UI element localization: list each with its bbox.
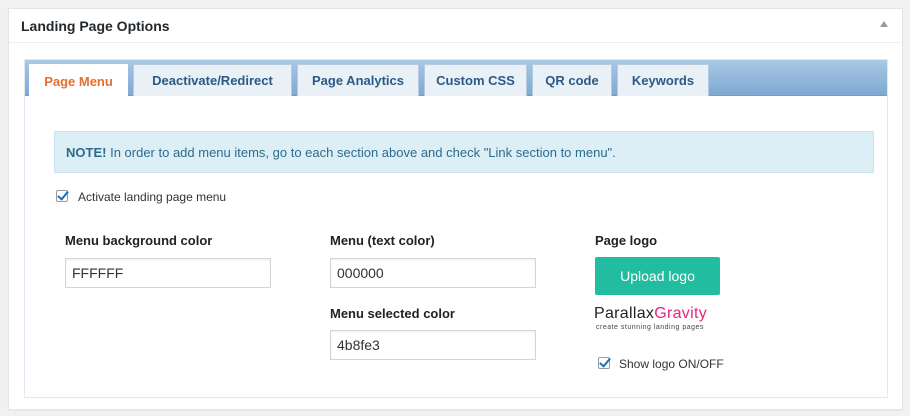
tab-custom-css[interactable]: Custom CSS <box>424 64 527 96</box>
bg-color-input[interactable] <box>65 258 271 288</box>
logo-text-part1: Parallax <box>594 305 655 322</box>
page-logo-label: Page logo <box>595 233 658 248</box>
notice-text: In order to add menu items, go to each s… <box>110 145 616 160</box>
activate-menu-checkbox[interactable] <box>56 190 68 202</box>
box-header: Landing Page Options <box>9 9 902 43</box>
notice-strong: NOTE! <box>66 145 107 160</box>
selected-color-input[interactable] <box>330 330 536 360</box>
tab-page-menu[interactable]: Page Menu <box>29 64 128 97</box>
box-title: Landing Page Options <box>21 18 170 34</box>
tab-bar: Page Menu Deactivate/Redirect Page Analy… <box>25 60 887 97</box>
logo-text-part2: Gravity <box>654 305 707 322</box>
bg-color-label: Menu background color <box>65 233 213 248</box>
notice-box: NOTE! In order to add menu items, go to … <box>54 131 874 173</box>
tab-page-analytics[interactable]: Page Analytics <box>297 64 419 96</box>
landing-page-options-box: Landing Page Options Page Menu Deactivat… <box>8 8 903 410</box>
options-panel: Page Menu Deactivate/Redirect Page Analy… <box>24 59 888 398</box>
tab-deactivate-redirect[interactable]: Deactivate/Redirect <box>133 64 292 96</box>
selected-color-label: Menu selected color <box>330 306 455 321</box>
show-logo-checkbox[interactable] <box>598 357 610 369</box>
logo-tagline: create stunning landing pages <box>596 324 704 331</box>
show-logo-label: Show logo ON/OFF <box>619 357 724 371</box>
collapse-toggle-icon[interactable] <box>880 21 888 27</box>
tab-keywords[interactable]: Keywords <box>617 64 709 96</box>
text-color-input[interactable] <box>330 258 536 288</box>
activate-menu-label: Activate landing page menu <box>78 190 227 204</box>
tab-qr-code[interactable]: QR code <box>532 64 612 96</box>
upload-logo-button[interactable]: Upload logo <box>595 257 720 295</box>
text-color-label: Menu (text color) <box>330 233 435 248</box>
parallax-gravity-logo: ParallaxGravity create stunning landing … <box>594 305 754 339</box>
